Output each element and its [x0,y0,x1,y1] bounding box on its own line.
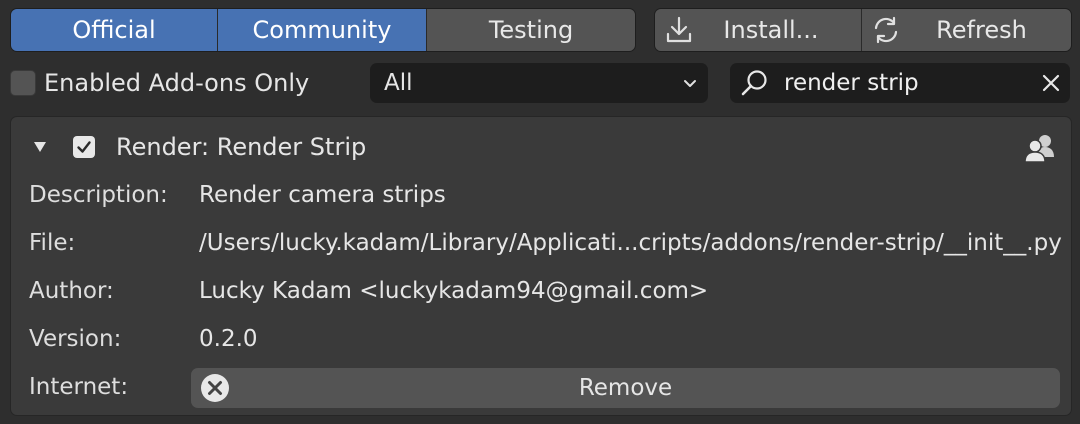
author-label: Author: [29,278,114,304]
close-icon[interactable] [1040,72,1062,94]
refresh-label: Refresh [936,16,1027,44]
tab-testing-label: Testing [488,16,574,44]
addon-actions: Install... Refresh [654,8,1072,52]
import-icon [666,16,692,43]
search-field [730,63,1070,103]
community-user-icon [1024,135,1054,163]
description-value: Render camera strips [199,182,446,208]
version-row: Version: 0.2.0 [11,319,1071,359]
enabled-only-label: Enabled Add-ons Only [44,69,310,97]
file-path-value: /Users/lucky.kadam/Library/Applicati...c… [199,230,1062,256]
version-label: Version: [29,326,122,352]
category-value: All [384,70,413,96]
file-row: File: /Users/lucky.kadam/Library/Applica… [11,223,1071,263]
checkmark-icon [77,141,91,153]
refresh-icon [874,16,898,44]
description-row: Description: Render camera strips [11,175,1071,215]
remove-label: Remove [578,375,673,401]
preferences-addons-page: Official Community Testing Install... Re… [0,0,1080,424]
version-value: 0.2.0 [199,326,258,352]
addon-title: Render: Render Strip [116,133,367,161]
tab-community[interactable]: Community [218,9,427,51]
cancel-circle-icon [201,374,229,402]
description-label: Description: [29,182,168,208]
addon-enabled-checkbox[interactable] [73,136,95,158]
search-icon [741,70,767,96]
category-dropdown[interactable]: All [370,63,708,103]
tab-community-label: Community [252,16,392,44]
disclosure-triangle-icon[interactable] [31,139,49,155]
remove-button[interactable]: Remove [191,368,1060,408]
author-value: Lucky Kadam <luckykadam94@gmail.com> [199,278,709,304]
enabled-only-toggle[interactable]: Enabled Add-ons Only [10,64,309,102]
tab-testing[interactable]: Testing [427,9,635,51]
support-level-tabs: Official Community Testing [10,8,636,52]
tab-official[interactable]: Official [11,9,218,51]
addon-header: Render: Render Strip [11,129,1071,165]
enabled-only-checkbox[interactable] [10,70,36,96]
install-label: Install... [723,16,819,44]
addon-panel: Render: Render Strip Description: Render… [10,116,1072,416]
refresh-button[interactable]: Refresh [862,9,1071,51]
author-row: Author: Lucky Kadam <luckykadam94@gmail.… [11,271,1071,311]
install-button[interactable]: Install... [655,9,862,51]
internet-label: Internet: [29,374,129,400]
chevron-down-icon [684,80,696,87]
search-input[interactable] [784,63,1024,103]
file-label: File: [29,230,76,256]
tab-official-label: Official [72,16,156,44]
